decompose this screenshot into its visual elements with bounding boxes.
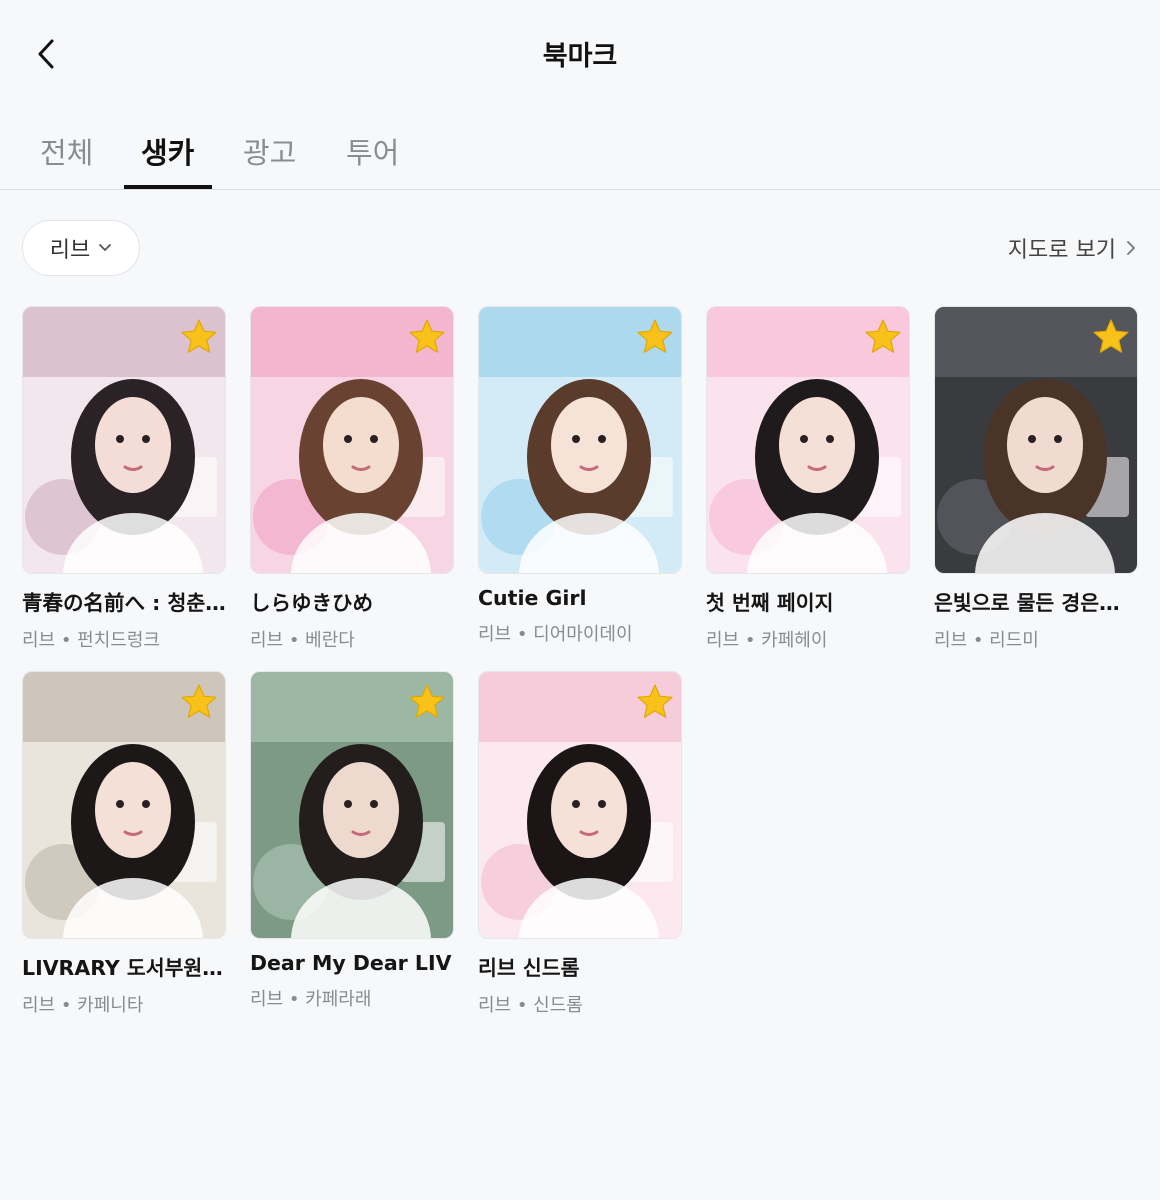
bookmark-card[interactable]: Cutie Girl 리브 • 디어마이데이 — [478, 306, 682, 646]
bookmark-card[interactable]: 青春の名前へ : 청춘의 이름에게리브 • 펀치드렁크 — [22, 306, 226, 652]
page-title: 북마크 — [542, 41, 618, 72]
view-on-map-label: 지도로 보기 — [1007, 238, 1116, 263]
card-subtitle: 리브 • 리드미 — [934, 630, 1039, 651]
card-title: 리브 신드롬 — [478, 956, 580, 980]
card-title: 첫 번째 페이지 — [706, 591, 834, 615]
filter-label: 리브 — [49, 238, 91, 263]
card-subtitle: 리브 • 카페니타 — [22, 995, 144, 1016]
bookmark-card[interactable]: 은빛으로 물든 경은의 하루리브 • 리드미 — [934, 306, 1138, 652]
card-thumbnail — [478, 306, 682, 574]
artist-filter-dropdown[interactable]: 리브 — [22, 220, 140, 276]
bookmark-card[interactable]: 리브 신드롬리브 • 신드롬 — [478, 671, 682, 1017]
active-tab-indicator — [124, 185, 212, 189]
tab-tour[interactable]: 투어 — [346, 130, 399, 190]
bookmark-card[interactable]: しらゆきひめ 리브 • 베란다 — [250, 306, 454, 652]
card-title: Cutie Girl — [478, 586, 587, 610]
card-title: 은빛으로 물든 경은의 하루 — [934, 591, 1138, 615]
bookmark-star-icon[interactable] — [407, 682, 447, 722]
bookmark-star-icon[interactable] — [635, 682, 675, 722]
chevron-down-icon — [99, 244, 112, 251]
bookmark-star-icon[interactable] — [179, 317, 219, 357]
card-title: 青春の名前へ : 청춘의 이름에게 — [22, 591, 226, 615]
bookmark-star-icon[interactable] — [863, 317, 903, 357]
card-thumbnail — [706, 306, 910, 574]
chevron-right-icon — [1127, 241, 1135, 255]
bookmark-star-icon[interactable] — [635, 317, 675, 357]
card-thumbnail — [934, 306, 1138, 574]
card-title: Dear My Dear LIV — [250, 951, 452, 975]
card-title: LIVRARY 도서부원 모집 — [22, 956, 226, 980]
bookmark-star-icon[interactable] — [1091, 317, 1131, 357]
bookmark-star-icon[interactable] — [179, 682, 219, 722]
card-subtitle: 리브 • 카페라래 — [250, 989, 372, 1010]
card-subtitle: 리브 • 신드롬 — [478, 995, 583, 1016]
card-subtitle: 리브 • 카페헤이 — [706, 630, 828, 651]
card-title: しらゆきひめ — [250, 591, 373, 615]
card-thumbnail — [250, 671, 454, 939]
header: 북마크 — [0, 0, 1160, 108]
tab-all[interactable]: 전체 — [40, 130, 93, 190]
card-thumbnail — [250, 306, 454, 574]
view-on-map-link[interactable]: 지도로 보기 — [1008, 232, 1136, 264]
bookmark-card[interactable]: LIVRARY 도서부원 모집리브 • 카페니타 — [22, 671, 226, 1017]
bookmark-card[interactable]: Dear My Dear LIV 리브 • 카페라래 — [250, 671, 454, 1011]
card-thumbnail — [22, 306, 226, 574]
card-subtitle: 리브 • 펀치드렁크 — [22, 630, 160, 651]
card-subtitle: 리브 • 디어마이데이 — [478, 624, 633, 645]
bookmark-card[interactable]: 첫 번째 페이지리브 • 카페헤이 — [706, 306, 910, 652]
card-subtitle: 리브 • 베란다 — [250, 630, 355, 651]
tab-bar: 전체 생카 광고 투어 — [0, 108, 1160, 190]
card-thumbnail — [22, 671, 226, 939]
bookmark-star-icon[interactable] — [407, 317, 447, 357]
card-thumbnail — [478, 671, 682, 939]
tab-ads[interactable]: 광고 — [243, 130, 296, 190]
tab-cafe-events[interactable]: 생카 — [141, 130, 194, 190]
